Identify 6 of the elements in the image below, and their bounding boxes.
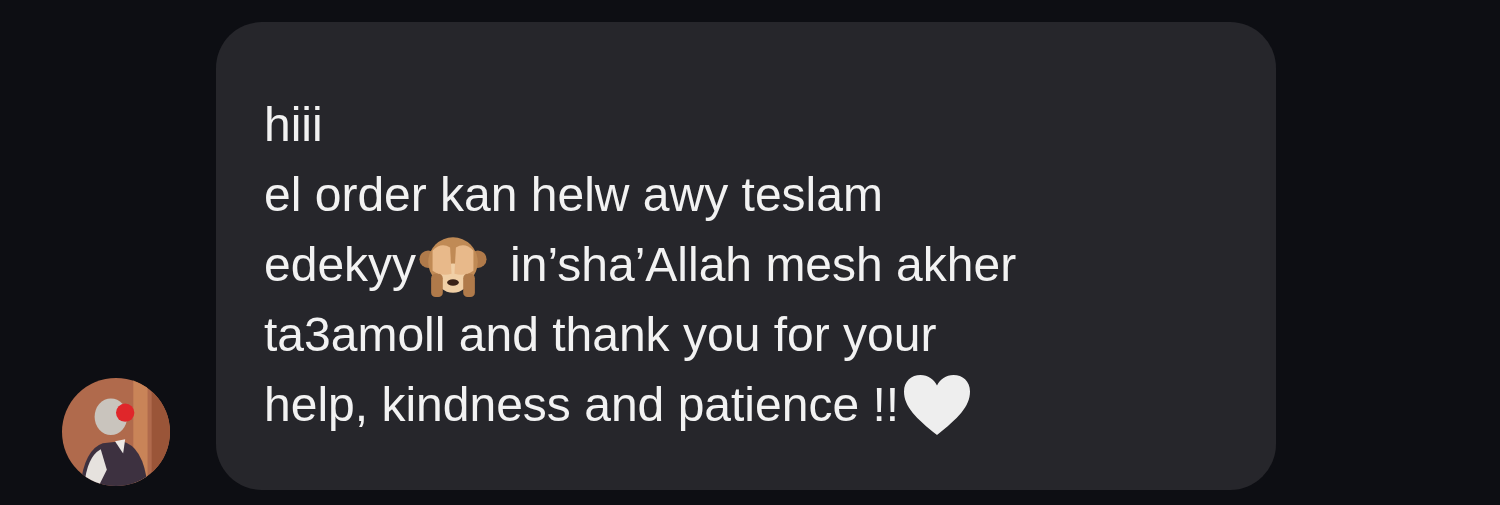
message-text: el order kan helw awy teslam bbox=[264, 167, 883, 223]
message-text: in’sha’Allah mesh akher bbox=[510, 237, 1017, 293]
message-text: edekyy bbox=[264, 237, 417, 293]
message-text: help, kindness and patience !! bbox=[264, 377, 900, 433]
message-text: hiii bbox=[264, 97, 323, 153]
message-text: ta3amoll and thank you for your bbox=[264, 307, 937, 363]
